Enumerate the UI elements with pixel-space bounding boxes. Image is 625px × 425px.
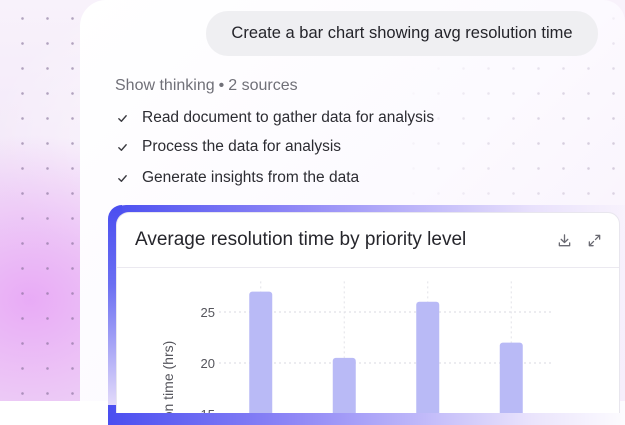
y-tick-label: 15 [201,407,215,413]
chart-card: Average resolution time by priority leve… [116,212,620,413]
bar[interactable] [332,357,356,413]
y-tick-label: 25 [201,305,215,320]
user-message-text: Create a bar chart showing avg resolutio… [231,24,573,42]
card-actions [557,233,603,249]
check-icon [116,141,128,153]
card-title: Average resolution time by priority leve… [135,229,467,250]
chart-y-ticks: 15 20 25 [201,305,215,413]
y-axis-label: on time (hrs) [160,341,176,413]
chart-bars [249,291,523,413]
bar[interactable] [249,291,273,413]
step-item: Process the data for analysis [116,138,341,156]
expand-icon[interactable] [587,233,603,249]
check-icon [116,112,128,124]
check-icon [116,172,128,184]
user-message-bubble: Create a bar chart showing avg resolutio… [206,11,598,56]
show-thinking-toggle[interactable]: Show thinking • 2 sources [115,77,298,95]
step-label: Generate insights from the data [142,169,360,186]
show-thinking-label: Show thinking [115,77,215,94]
bar-chart: 15 20 25 on time (hrs) [160,281,553,413]
step-label: Process the data for analysis [142,138,342,155]
y-tick-label: 20 [201,356,215,371]
download-icon[interactable] [557,233,573,249]
sources-count[interactable]: 2 sources [228,77,297,94]
step-label: Read document to gather data for analysi… [142,109,435,126]
step-item: Generate insights from the data [116,169,359,187]
thinking-separator: • [218,77,225,94]
bar[interactable] [499,342,523,413]
bar[interactable] [416,301,440,413]
step-item: Read document to gather data for analysi… [116,109,434,127]
